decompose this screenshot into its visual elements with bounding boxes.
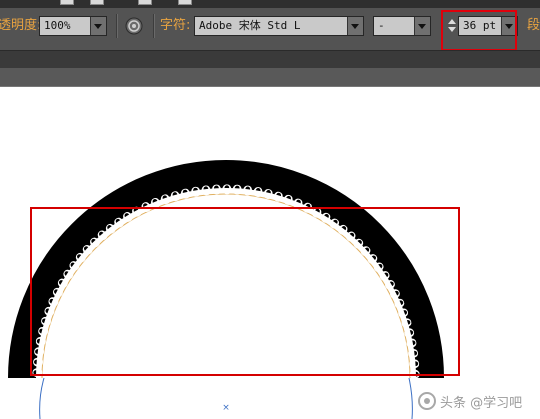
guide-circle-path: [408, 377, 413, 419]
arc-highlight-box: [30, 207, 460, 376]
watermark-text: 头条 @学习吧: [440, 395, 523, 411]
watermark: 头条 @学习吧: [418, 389, 522, 413]
guide-circle-path: [39, 377, 45, 419]
logo-icon: [418, 392, 436, 410]
center-point-marker: ×: [222, 403, 230, 413]
